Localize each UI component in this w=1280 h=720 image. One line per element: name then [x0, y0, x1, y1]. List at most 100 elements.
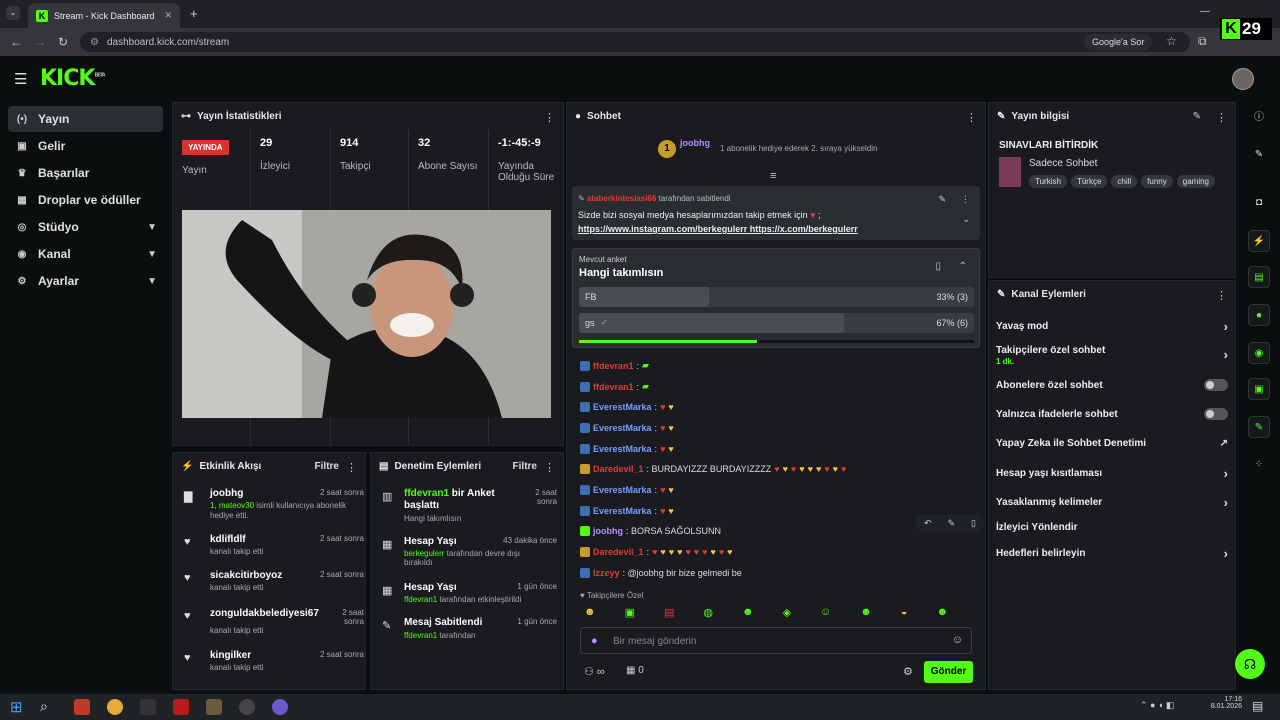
- sidebar-item-ayarlar[interactable]: ⚙ Ayarlar ▼: [8, 268, 163, 294]
- pinned-link-instagram[interactable]: https://www.instagram.com/berkegulerr: [578, 224, 747, 234]
- chat-username[interactable]: Daredevil_1: [593, 464, 644, 474]
- more-icon[interactable]: ⋮: [1216, 289, 1227, 302]
- chat-message[interactable]: Daredevil_1: ♥ ♥ ♥ ♥ ♥ ♥ ♥ ♥ ♥ ♥: [580, 547, 733, 557]
- app-icon[interactable]: [272, 699, 288, 715]
- emote-icon[interactable]: ☻: [584, 606, 596, 619]
- more-icon[interactable]: ⁘: [1248, 454, 1270, 476]
- chat-username[interactable]: EverestMarka: [593, 485, 652, 495]
- url-field[interactable]: ⚙ dashboard.kick.com/stream: [80, 32, 1190, 52]
- google-ask-button[interactable]: Google'a Sor: [1084, 34, 1153, 50]
- browser-tab[interactable]: K Stream - Kick Dashboard ✕: [28, 3, 180, 28]
- moderation-filter-button[interactable]: Filtre: [513, 461, 537, 472]
- chat-message[interactable]: EverestMarka: ♥ ♥: [580, 485, 674, 495]
- site-info-icon[interactable]: ⚙: [90, 37, 99, 48]
- bookmark-star-icon[interactable]: ☆: [1166, 34, 1177, 48]
- chat-message[interactable]: joobhg: BORSA SAĞOLSUNN: [580, 526, 721, 536]
- sidebar-item-gelir[interactable]: ▣ Gelir: [8, 133, 163, 159]
- chat-username[interactable]: ffdevran1: [593, 382, 634, 392]
- sidebar-item-basarilar[interactable]: ♛ Başarılar: [8, 160, 163, 186]
- app-icon[interactable]: [206, 699, 222, 715]
- chat-message[interactable]: EverestMarka: ♥ ♥: [580, 444, 674, 454]
- back-icon[interactable]: ←: [10, 35, 22, 49]
- trash-icon[interactable]: ▯: [971, 518, 976, 529]
- chat-username[interactable]: EverestMarka: [593, 423, 652, 433]
- top-gifter-name[interactable]: joobhg: [680, 138, 710, 148]
- sidebar-item-kanal[interactable]: ◉ Kanal ▼: [8, 241, 163, 267]
- emote-icon[interactable]: ☺: [820, 606, 831, 619]
- more-icon[interactable]: ⋮: [1216, 111, 1227, 124]
- tag[interactable]: Turkish: [1029, 175, 1067, 188]
- send-button[interactable]: Gönder: [924, 661, 973, 683]
- chat-username[interactable]: ffdevran1: [593, 361, 634, 371]
- chat-message[interactable]: EverestMarka: ♥ ♥: [580, 402, 674, 412]
- sidebar-item-studyo[interactable]: ◎ Stüdyo ▼: [8, 214, 163, 240]
- chat-message[interactable]: ffdevran1: ▰: [580, 360, 649, 371]
- infinity-icon[interactable]: ⚇ ∞: [584, 665, 605, 678]
- ai-moderation-option[interactable]: Yapay Zeka ile Sohbet Denetimi ↗: [996, 438, 1228, 449]
- app-icon[interactable]: [173, 699, 189, 715]
- emote-icon[interactable]: ☻: [742, 606, 754, 619]
- emotes-only-option[interactable]: Yalnızca ifadelerle sohbet: [996, 408, 1228, 420]
- activity-filter-button[interactable]: Filtre: [315, 461, 339, 472]
- chat-username[interactable]: EverestMarka: [593, 402, 652, 412]
- pin-icon[interactable]: ✎: [938, 194, 946, 205]
- more-icon[interactable]: ⋮: [961, 194, 970, 205]
- emote-icon[interactable]: ▣: [625, 606, 635, 619]
- pinned-link-x[interactable]: https://x.com/berkegulerr: [750, 224, 858, 234]
- points[interactable]: ▦ 0: [626, 665, 644, 676]
- app-icon[interactable]: [74, 699, 90, 715]
- trash-icon[interactable]: ▯: [935, 261, 941, 272]
- chat-icon[interactable]: ●: [1248, 304, 1270, 326]
- info-icon[interactable]: ⓘ: [1248, 107, 1270, 129]
- edit-icon[interactable]: ✎: [1193, 111, 1201, 122]
- system-tray-icons[interactable]: ⌃ ● ◖ ◧: [1140, 700, 1174, 711]
- emote-icon[interactable]: ◍: [703, 606, 713, 619]
- chrome-icon[interactable]: [107, 699, 123, 715]
- chat-message[interactable]: Izzeyy: @joobhg bir bize gelmedi be: [580, 568, 742, 578]
- chevron-up-icon[interactable]: ⌃: [959, 261, 967, 272]
- tab-list-button[interactable]: ⌄: [6, 6, 20, 20]
- emote-icon[interactable]: ☻: [860, 606, 872, 619]
- avatar[interactable]: [1232, 68, 1254, 90]
- banned-words-option[interactable]: Yasaklanmış kelimeler ›: [996, 495, 1228, 510]
- list-icon[interactable]: ▤: [1248, 266, 1270, 288]
- reply-icon[interactable]: ↶: [924, 518, 932, 529]
- support-icon[interactable]: ☊: [1235, 649, 1265, 679]
- more-icon[interactable]: ⋮: [966, 111, 977, 124]
- microphone-icon[interactable]: ●: [591, 635, 598, 647]
- lightning-icon[interactable]: ⚡: [1248, 230, 1270, 252]
- app-icon[interactable]: [239, 699, 255, 715]
- edit-icon[interactable]: ✎: [1248, 144, 1270, 166]
- chat-input[interactable]: ● Bir mesaj gönderin ☺: [580, 627, 972, 654]
- subscribers-only-option[interactable]: Abonelere özel sohbet: [996, 379, 1228, 391]
- chat-username[interactable]: Daredevil_1: [593, 547, 644, 557]
- chat-settings-icon[interactable]: ⚙: [903, 665, 913, 678]
- tag[interactable]: funny: [1141, 175, 1173, 188]
- tag[interactable]: gaming: [1176, 175, 1215, 188]
- chat-message[interactable]: ffdevran1: ▰: [580, 381, 649, 392]
- chat-username[interactable]: joobhg: [593, 526, 623, 536]
- more-icon[interactable]: ⋮: [346, 461, 357, 474]
- chat-message[interactable]: Daredevil_1: BURDAYIZZZ BURDAYIZZZZ ♥ ♥ ♥ ♥ ♥…: [580, 464, 846, 474]
- sidebar-item-yayin[interactable]: (•) Yayın: [8, 106, 163, 132]
- minimize-icon[interactable]: —: [1200, 6, 1210, 17]
- forward-icon[interactable]: →: [34, 35, 46, 49]
- chevron-down-icon[interactable]: ⌄: [962, 214, 970, 225]
- wrench-icon[interactable]: ✎: [1248, 416, 1270, 438]
- camera-icon[interactable]: ◘: [1248, 192, 1270, 214]
- emotes-only-toggle[interactable]: [1204, 408, 1228, 420]
- search-icon[interactable]: ⌕: [40, 698, 48, 715]
- poll-option[interactable]: gs ✓ 67% (6): [579, 313, 974, 333]
- stream-preview[interactable]: [182, 210, 551, 418]
- emote-icon[interactable]: ◒: [901, 606, 908, 619]
- followers-only-option[interactable]: Takipçilere özel sohbet 1 dk. ›: [996, 345, 1228, 367]
- emote-icon[interactable]: ◈: [783, 606, 791, 619]
- chat-username[interactable]: EverestMarka: [593, 444, 652, 454]
- pin-icon[interactable]: ✎: [948, 518, 956, 529]
- poll-option[interactable]: FB 33% (3): [579, 287, 974, 307]
- emote-icon[interactable]: ☻: [937, 606, 949, 619]
- chat-message[interactable]: EverestMarka: ♥ ♥: [580, 506, 674, 516]
- new-tab-button[interactable]: +: [190, 6, 198, 21]
- windows-start-icon[interactable]: ⊞: [10, 698, 23, 716]
- slow-mode-option[interactable]: Yavaş mod ›: [996, 319, 1228, 334]
